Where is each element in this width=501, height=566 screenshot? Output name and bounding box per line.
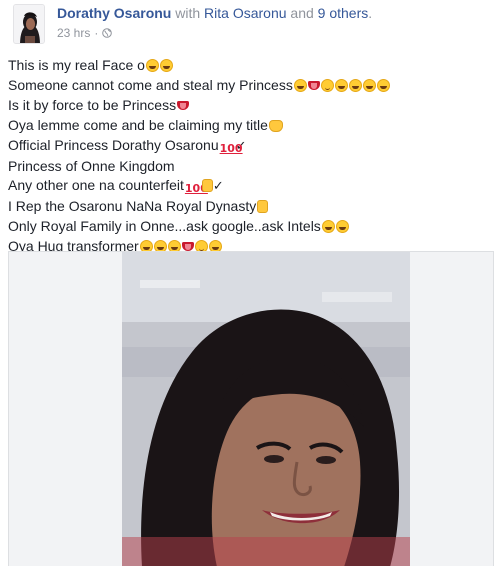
with-text: with: [175, 5, 201, 21]
post-message: This is my real Face o Someone cannot co…: [8, 56, 494, 257]
raised-hands-emoji-icon: [268, 119, 283, 132]
laughing-emoji-icon: [145, 59, 159, 72]
name-line-period: .: [368, 5, 373, 21]
hundred-points-emoji-icon: 100: [219, 141, 243, 155]
author-line: Dorathy Osaronu with Rita Osaronu and 9 …: [57, 5, 372, 21]
pointing-hand-emoji-icon: [201, 179, 213, 193]
message-text: Any other one na counterfeit: [8, 177, 184, 194]
and-text: and: [290, 5, 314, 21]
hundred-points-emoji-icon: 100: [184, 182, 208, 196]
message-text: Only Royal Family in Onne...ask google..…: [8, 218, 321, 235]
portrait-image: [122, 252, 410, 566]
tagged-others-link[interactable]: 9 others: [318, 5, 369, 21]
laughing-emoji-icon: [321, 220, 335, 234]
message-line-5: Official Princess Dorathy Osaronu100✓: [8, 136, 494, 157]
check-mark-icon: ✓: [212, 179, 224, 195]
tagged-person-link[interactable]: Rita Osaronu: [204, 5, 286, 21]
tongue-emoji-icon: [307, 80, 320, 90]
message-text: This is my real Face o: [8, 57, 145, 73]
laughing-emoji-icon: [376, 78, 390, 92]
post-meta: 23 hrs ·: [57, 26, 113, 40]
message-text: Princess of Onne Kingdom: [8, 157, 175, 174]
post-photo[interactable]: [122, 252, 410, 566]
laughing-emoji-icon: [362, 78, 376, 92]
message-text: Is it by force to be Princess: [8, 96, 177, 113]
message-line-4: Oya lemme come and be claiming my title: [8, 116, 494, 136]
post-header: Dorathy Osaronu with Rita Osaronu and 9 …: [0, 0, 501, 46]
message-line-3: Is it by force to be Princess: [8, 96, 494, 116]
laughing-emoji-icon: [334, 78, 348, 92]
globe-icon[interactable]: [102, 28, 113, 38]
message-text: Oya lemme come and be claiming my title: [8, 116, 268, 133]
avatar-image: [14, 5, 44, 43]
message-line-9: Only Royal Family in Onne...ask google..…: [8, 217, 494, 237]
avatar[interactable]: [13, 4, 45, 44]
author-name-link[interactable]: Dorathy Osaronu: [57, 5, 171, 21]
tongue-emoji-icon: [181, 242, 194, 252]
laughing-emoji-icon: [348, 78, 362, 92]
pointing-hand-emoji-icon: [257, 200, 269, 214]
message-line-7: Any other one na counterfeit100 ✓: [8, 176, 494, 197]
tongue-emoji-icon: [177, 100, 190, 110]
laughing-emoji-icon: [335, 220, 349, 234]
post-timestamp[interactable]: 23 hrs: [57, 26, 90, 40]
meta-separator: ·: [94, 26, 99, 40]
winking-emoji-icon: [320, 78, 334, 92]
message-text: Someone cannot come and steal my Princes…: [8, 76, 293, 93]
laughing-emoji-icon: [293, 78, 307, 92]
post-photo-container[interactable]: [8, 251, 494, 566]
message-line-2: Someone cannot come and steal my Princes…: [8, 76, 494, 96]
laughing-emoji-icon: [159, 59, 173, 72]
message-text: Official Princess Dorathy Osaronu: [8, 136, 219, 153]
message-line-8: I Rep the Osaronu NaNa Royal Dynasty: [8, 197, 494, 217]
message-text: I Rep the Osaronu NaNa Royal Dynasty: [8, 198, 257, 215]
message-line-6: Princess of Onne Kingdom: [8, 157, 494, 177]
message-line-1: This is my real Face o: [8, 56, 494, 76]
facebook-post: Dorathy Osaronu with Rita Osaronu and 9 …: [0, 0, 501, 566]
